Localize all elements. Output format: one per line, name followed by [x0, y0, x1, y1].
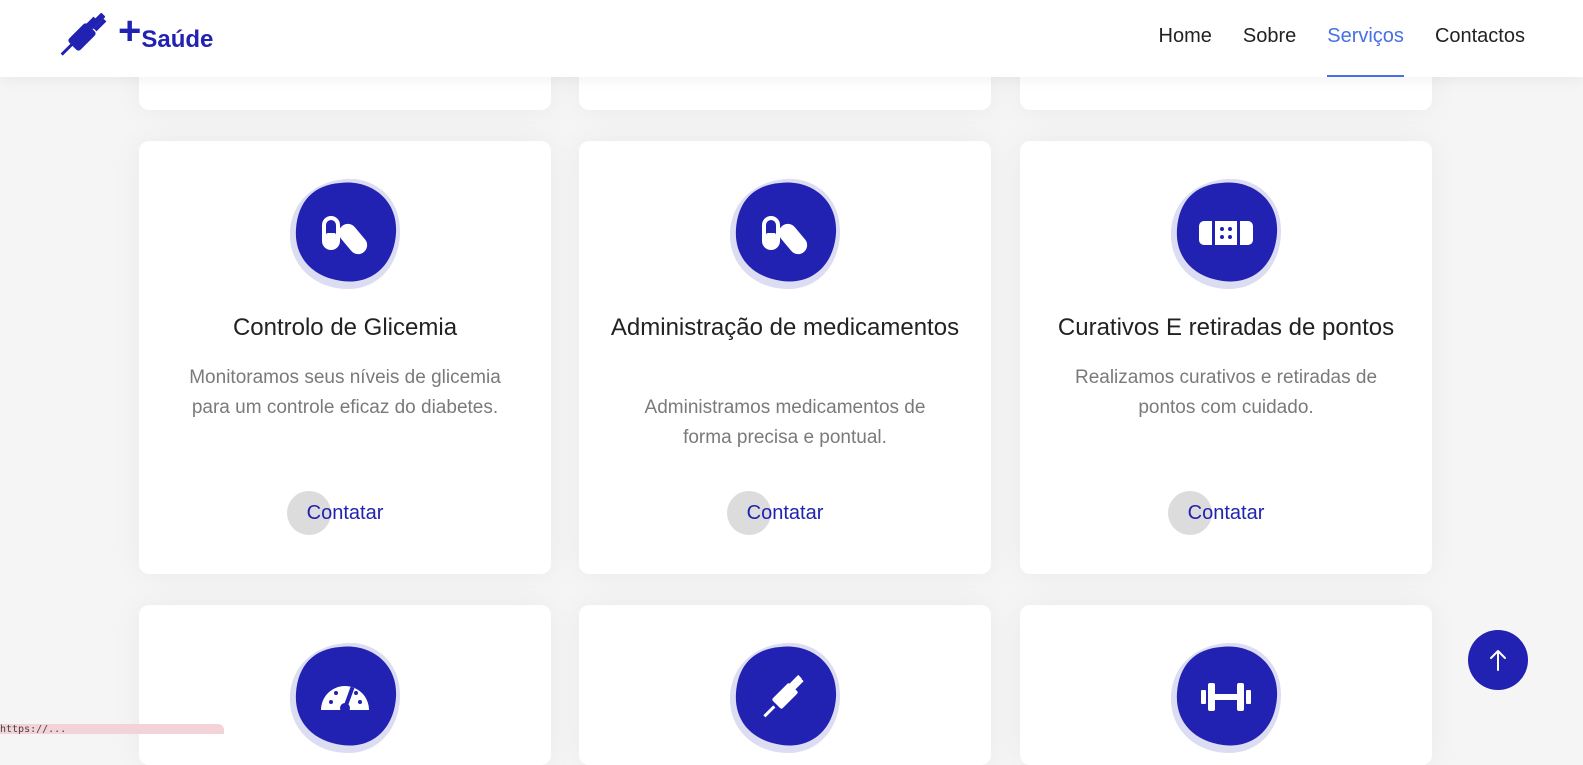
- service-icon-blob: [728, 177, 842, 291]
- service-description: Realizamos curativos e retiradas de pont…: [1074, 367, 1378, 418]
- dumbbell-icon: [1201, 683, 1251, 711]
- service-icon-blob: [1169, 641, 1283, 755]
- brand-plus: +: [118, 9, 142, 53]
- link-status-bar: https://...: [0, 724, 224, 734]
- service-description: Monitoramos seus níveis de glicemia para…: [189, 367, 501, 418]
- service-card-curativos: Curativos E retiradas de pontos Realizam…: [1020, 141, 1432, 574]
- service-description: Administramos medicamentos de forma prec…: [644, 397, 926, 448]
- nav-servicos[interactable]: Serviços: [1327, 0, 1404, 77]
- service-title: Controlo de Glicemia: [232, 314, 458, 341]
- service-card-partial: [139, 605, 551, 765]
- site-header: + Saúde Home Sobre Serviços Contactos: [0, 0, 1583, 77]
- back-to-top-button[interactable]: [1468, 630, 1528, 690]
- pills-icon: [322, 216, 368, 255]
- service-title: Curativos E retiradas de pontos: [1057, 314, 1395, 341]
- nav-home[interactable]: Home: [1159, 0, 1212, 77]
- contatar-button[interactable]: Contatar: [1020, 491, 1432, 535]
- service-title: Administração de medicamentos: [610, 314, 960, 341]
- service-card-partial: [579, 605, 991, 765]
- contatar-label[interactable]: Contatar: [747, 502, 824, 524]
- contatar-button[interactable]: Contatar: [579, 491, 991, 535]
- nav-sobre[interactable]: Sobre: [1243, 0, 1296, 77]
- contatar-label[interactable]: Contatar: [307, 502, 384, 524]
- gauge-icon: [321, 686, 369, 713]
- service-icon-blob: [1169, 177, 1283, 291]
- contatar-button[interactable]: Contatar: [139, 491, 551, 535]
- arrow-up-icon: [1490, 650, 1506, 671]
- service-card-medicamentos: Administração de medicamentos Administra…: [579, 141, 991, 574]
- syringe-icon: [763, 674, 804, 718]
- pills-icon: [762, 216, 808, 255]
- bandage-icon: [1199, 221, 1253, 245]
- service-card-partial: [1020, 605, 1432, 765]
- service-card-glicemia: Controlo de Glicemia Monitoramos seus ní…: [139, 141, 551, 574]
- syringe-logo-icon: [60, 12, 107, 56]
- service-icon-blob: [288, 177, 402, 291]
- contatar-label[interactable]: Contatar: [1188, 502, 1265, 524]
- logo[interactable]: + Saúde: [58, 10, 213, 62]
- nav-contactos[interactable]: Contactos: [1435, 0, 1525, 77]
- brand-name: Saúde: [141, 26, 214, 53]
- main-nav: Home Sobre Serviços Contactos: [1128, 0, 1525, 77]
- service-icon-blob: [728, 641, 842, 755]
- service-icon-blob: [288, 641, 402, 755]
